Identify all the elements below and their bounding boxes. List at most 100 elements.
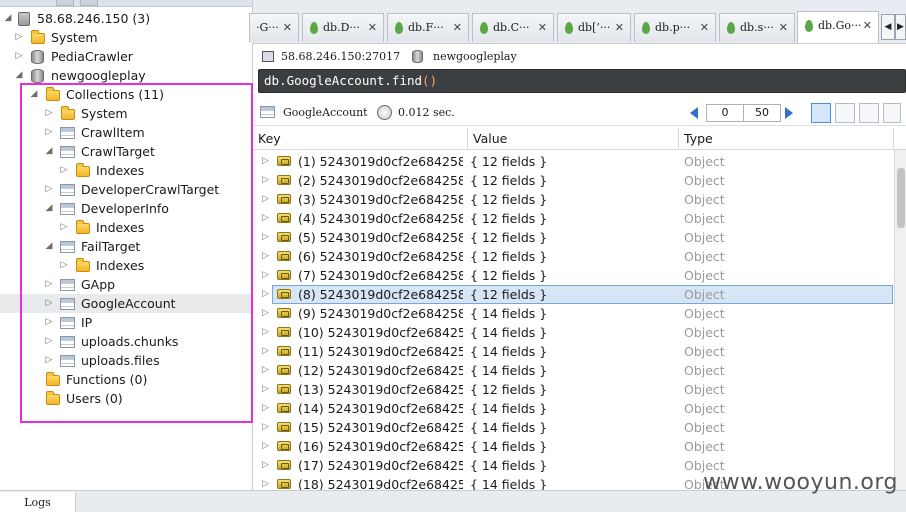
tree-view-button[interactable] [811, 103, 831, 123]
expanded-arrow-icon[interactable]: ◢ [44, 142, 54, 161]
close-icon[interactable]: ✕ [700, 14, 709, 41]
previous-page-icon[interactable] [690, 107, 698, 119]
collapsed-arrow-icon[interactable]: ▷ [44, 104, 54, 123]
collapsed-arrow-icon[interactable]: ▷ [262, 437, 269, 456]
table-row[interactable]: ▷ (3) 5243019d0cf2e684258f... { 12 fields … [253, 190, 893, 209]
query-tab[interactable]: db.D··· ✕ [302, 13, 384, 42]
query-tab[interactable]: db.F··· ✕ [387, 13, 469, 42]
skip-input[interactable]: 0 [706, 104, 744, 122]
collapsed-arrow-icon[interactable]: ▷ [14, 47, 24, 66]
query-tab[interactable]: db.C··· ✕ [472, 13, 554, 42]
collapsed-arrow-icon[interactable]: ▷ [14, 28, 24, 47]
collapsed-arrow-icon[interactable]: ▷ [59, 256, 69, 275]
collapsed-arrow-icon[interactable]: ▷ [262, 399, 269, 418]
query-editor[interactable]: db.GoogleAccount.find() [258, 69, 906, 93]
table-row[interactable]: ▷ (2) 5243019d0cf2e684258f... { 12 fields … [253, 171, 893, 190]
tree-indexes[interactable]: ▷ Indexes [0, 218, 252, 237]
table-row[interactable]: ▷ (15) 5243019d0cf2e68425... { 14 fields }… [253, 418, 893, 437]
tree-collection-crawlitem[interactable]: ▷ CrawlItem [0, 123, 252, 142]
collapsed-arrow-icon[interactable]: ▷ [44, 351, 54, 370]
collapsed-arrow-icon[interactable]: ▷ [262, 152, 269, 171]
collapsed-arrow-icon[interactable]: ▷ [44, 275, 54, 294]
tree-collection-developercrawltarget[interactable]: ▷ DeveloperCrawlTarget [0, 180, 252, 199]
collapsed-arrow-icon[interactable]: ▷ [59, 161, 69, 180]
tree-collection-ip[interactable]: ▷ IP [0, 313, 252, 332]
collapsed-arrow-icon[interactable]: ▷ [262, 380, 269, 399]
table-row[interactable]: ▷ (16) 5243019d0cf2e68425... { 14 fields }… [253, 437, 893, 456]
tree-db-system[interactable]: ▷ System [0, 28, 252, 47]
logs-tab[interactable]: Logs [0, 492, 76, 512]
table-row[interactable]: ▷ (4) 5243019d0cf2e684258f... { 12 fields … [253, 209, 893, 228]
collapsed-arrow-icon[interactable]: ▷ [44, 313, 54, 332]
collapsed-arrow-icon[interactable]: ▷ [262, 456, 269, 475]
collapsed-arrow-icon[interactable]: ▷ [44, 180, 54, 199]
more-view-button[interactable] [883, 103, 901, 123]
query-tab[interactable]: ·G··· ✕ [249, 13, 299, 42]
expanded-arrow-icon[interactable]: ◢ [14, 66, 24, 85]
collapsed-arrow-icon[interactable]: ▷ [262, 171, 269, 190]
tree-collection-developerinfo[interactable]: ◢ DeveloperInfo [0, 199, 252, 218]
tree-collection-failtarget[interactable]: ◢ FailTarget [0, 237, 252, 256]
close-icon[interactable]: ✕ [368, 14, 377, 41]
toolbar-button[interactable] [56, 0, 74, 6]
tree-collection-system[interactable]: ▷ System [0, 104, 252, 123]
tree-collections[interactable]: ◢ Collections (11) [0, 85, 252, 104]
tab-scroll-right-button[interactable]: ▶ [895, 14, 906, 40]
collapsed-arrow-icon[interactable]: ▷ [262, 361, 269, 380]
tree-server[interactable]: ◢ 58.68.246.150 (3) [0, 9, 252, 28]
tree-db-pediacrawler[interactable]: ▷ PediaCrawler [0, 47, 252, 66]
collapsed-arrow-icon[interactable]: ▷ [262, 209, 269, 228]
tree-users[interactable]: Users (0) [0, 389, 252, 408]
collapsed-arrow-icon[interactable]: ▷ [44, 332, 54, 351]
collapsed-arrow-icon[interactable]: ▷ [262, 247, 269, 266]
close-icon[interactable]: ✕ [615, 14, 624, 41]
next-page-icon[interactable] [785, 107, 793, 119]
close-icon[interactable]: ✕ [779, 14, 788, 41]
query-tab[interactable]: db.p··· ✕ [634, 13, 716, 42]
collapsed-arrow-icon[interactable]: ▷ [262, 418, 269, 437]
close-icon[interactable]: ✕ [453, 14, 462, 41]
collapsed-arrow-icon[interactable]: ▷ [59, 218, 69, 237]
close-icon[interactable]: ✕ [538, 14, 547, 41]
expanded-arrow-icon[interactable]: ◢ [29, 85, 39, 104]
collapsed-arrow-icon[interactable]: ▷ [262, 475, 269, 490]
table-row[interactable]: ▷ (9) 5243019d0cf2e684258f... { 14 fields … [253, 304, 893, 323]
toolbar-button[interactable] [80, 0, 98, 6]
table-row[interactable]: ▷ (14) 5243019d0cf2e68425... { 14 fields }… [253, 399, 893, 418]
collapsed-arrow-icon[interactable]: ▷ [262, 228, 269, 247]
tree-functions[interactable]: Functions (0) [0, 370, 252, 389]
table-row[interactable]: ▷ (11) 5243019d0cf2e68425... { 14 fields }… [253, 342, 893, 361]
collapsed-arrow-icon[interactable]: ▷ [44, 123, 54, 142]
vertical-scrollbar[interactable] [894, 150, 906, 490]
tree-indexes[interactable]: ▷ Indexes [0, 256, 252, 275]
expanded-arrow-icon[interactable]: ◢ [3, 9, 13, 28]
table-row[interactable]: ▷ (13) 5243019d0cf2e68425... { 12 fields }… [253, 380, 893, 399]
expanded-arrow-icon[interactable]: ◢ [44, 237, 54, 256]
text-view-button[interactable] [859, 103, 879, 123]
limit-input[interactable]: 50 [743, 104, 781, 122]
tab-scroll-left-button[interactable]: ◀ [881, 14, 895, 40]
table-row[interactable]: ▷ (10) 5243019d0cf2e68425... { 14 fields }… [253, 323, 893, 342]
table-row[interactable]: ▷ (6) 5243019d0cf2e684258f... { 12 fields … [253, 247, 893, 266]
collapsed-arrow-icon[interactable]: ▷ [262, 304, 269, 323]
collapsed-arrow-icon[interactable]: ▷ [262, 342, 269, 361]
tree-collection-uploads-files[interactable]: ▷ uploads.files [0, 351, 252, 370]
table-view-button[interactable] [835, 103, 855, 123]
tree-collection-googleaccount[interactable]: ▷ GoogleAccount [0, 294, 252, 313]
collapsed-arrow-icon[interactable]: ▷ [44, 294, 54, 313]
scrollbar-thumb[interactable] [897, 168, 905, 228]
table-row[interactable]: ▷ (8) 5243019d0cf2e684258f... { 12 fields … [253, 285, 893, 304]
collapsed-arrow-icon[interactable]: ▷ [262, 266, 269, 285]
table-row[interactable]: ▷ (1) 5243019d0cf2e684258f... { 12 fields … [253, 152, 893, 171]
tree-collection-crawltarget[interactable]: ◢ CrawlTarget [0, 142, 252, 161]
table-row[interactable]: ▷ (7) 5243019d0cf2e684258f... { 12 fields … [253, 266, 893, 285]
query-tab[interactable]: db[’··· ✕ [557, 13, 631, 42]
query-tab[interactable]: db.s··· ✕ [719, 13, 795, 42]
collapsed-arrow-icon[interactable]: ▷ [262, 323, 269, 342]
collapsed-arrow-icon[interactable]: ▷ [262, 190, 269, 209]
column-header-value[interactable]: Value [468, 128, 679, 150]
tree-collection-uploads-chunks[interactable]: ▷ uploads.chunks [0, 332, 252, 351]
collapsed-arrow-icon[interactable]: ▷ [262, 285, 269, 304]
close-icon[interactable]: ✕ [283, 14, 292, 41]
table-row[interactable]: ▷ (5) 5243019d0cf2e684258f... { 12 fields … [253, 228, 893, 247]
